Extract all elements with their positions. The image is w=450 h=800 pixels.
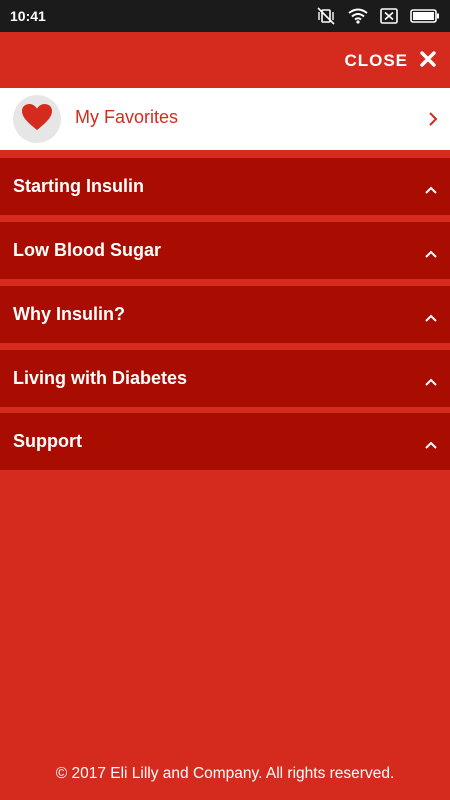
wifi-icon: [348, 8, 368, 24]
favorites-avatar: [13, 95, 61, 143]
chevron-up-icon: [424, 437, 438, 455]
menu-item-label: Living with Diabetes: [13, 368, 188, 388]
chevron-up-icon: [424, 182, 438, 200]
status-icons: [316, 7, 440, 25]
close-label: CLOSE: [344, 51, 408, 70]
my-favorites-label: My Favorites: [75, 107, 179, 127]
sim-icon: [380, 8, 398, 24]
battery-icon: [410, 9, 440, 23]
close-icon: [420, 50, 436, 72]
chevron-up-icon: [424, 246, 438, 264]
menu-item-support[interactable]: Support: [0, 413, 450, 470]
my-favorites-row[interactable]: My Favorites: [0, 88, 450, 150]
menu-item-label: Support: [13, 431, 82, 451]
chevron-up-icon: [424, 374, 438, 392]
copyright-footer: © 2017 Eli Lilly and Company. All rights…: [55, 765, 395, 782]
menu-item-starting-insulin[interactable]: Starting Insulin: [0, 158, 450, 215]
status-time: 10:41: [10, 8, 46, 24]
menu-item-label: Starting Insulin: [13, 176, 145, 196]
menu-item-label: Low Blood Sugar: [13, 240, 161, 260]
menu-item-why-insulin[interactable]: Why Insulin?: [0, 286, 450, 343]
close-button[interactable]: CLOSE: [344, 50, 436, 72]
vibrate-off-icon: [316, 7, 336, 25]
status-bar: 10:41: [0, 0, 450, 32]
heart-icon: [21, 103, 53, 136]
menu-item-living-with-diabetes[interactable]: Living with Diabetes: [0, 350, 450, 407]
chevron-up-icon: [424, 310, 438, 328]
menu-item-low-blood-sugar[interactable]: Low Blood Sugar: [0, 222, 450, 279]
drawer-header: CLOSE: [0, 32, 450, 88]
menu-item-label: Why Insulin?: [13, 304, 125, 324]
chevron-right-icon: [428, 112, 438, 131]
